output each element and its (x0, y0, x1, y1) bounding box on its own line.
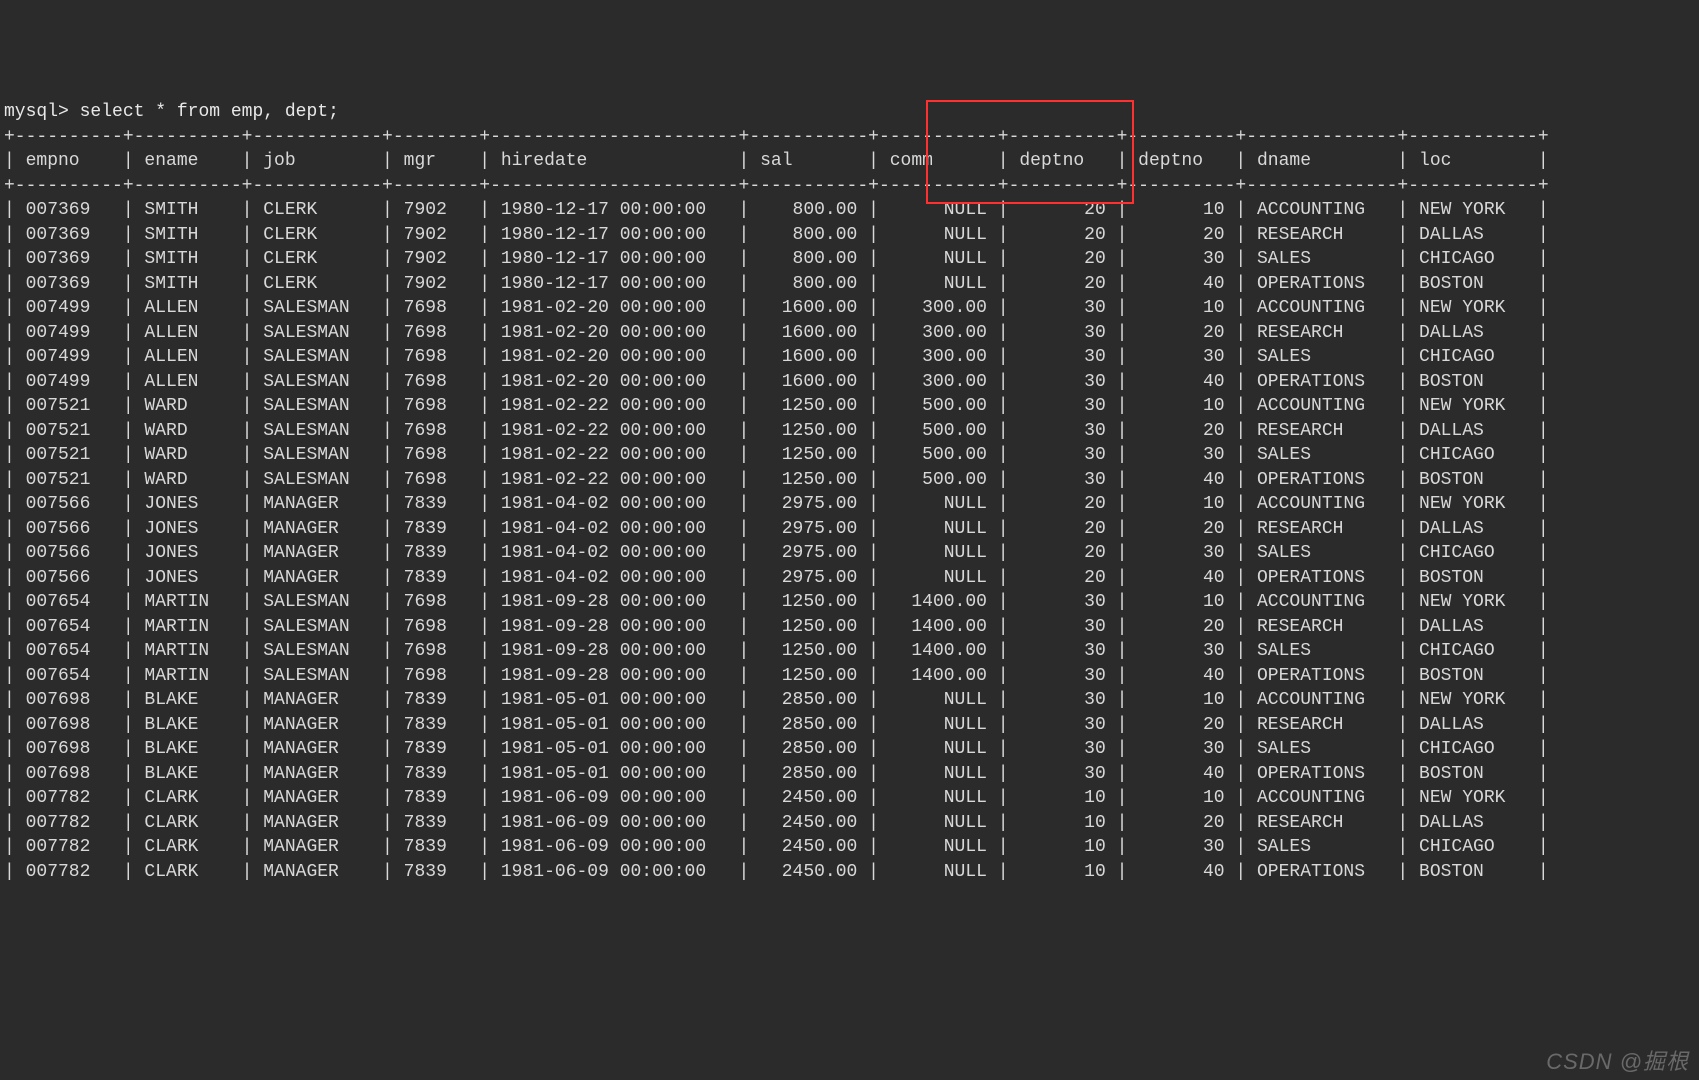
terminal-output[interactable]: mysql> select * from emp, dept; +-------… (0, 98, 1699, 884)
sql-query: select * from emp, dept; (80, 102, 339, 122)
result-table: +----------+----------+------------+----… (4, 127, 1549, 882)
watermark: CSDN @掘根 (1546, 1050, 1689, 1075)
mysql-prompt: mysql> (4, 102, 69, 122)
